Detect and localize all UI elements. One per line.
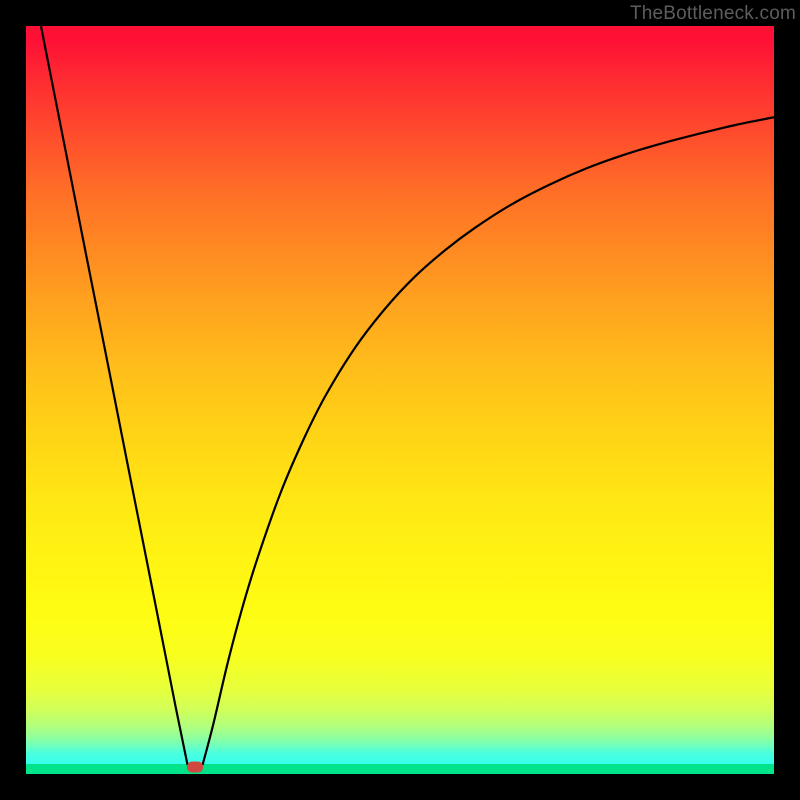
curve-right-branch [203, 117, 774, 765]
chart-container: TheBottleneck.com [0, 0, 800, 800]
optimum-marker [187, 761, 203, 772]
watermark-text: TheBottleneck.com [630, 3, 796, 25]
curve-left-branch [41, 26, 188, 765]
curve-svg [26, 26, 774, 774]
plot-area [26, 26, 774, 774]
